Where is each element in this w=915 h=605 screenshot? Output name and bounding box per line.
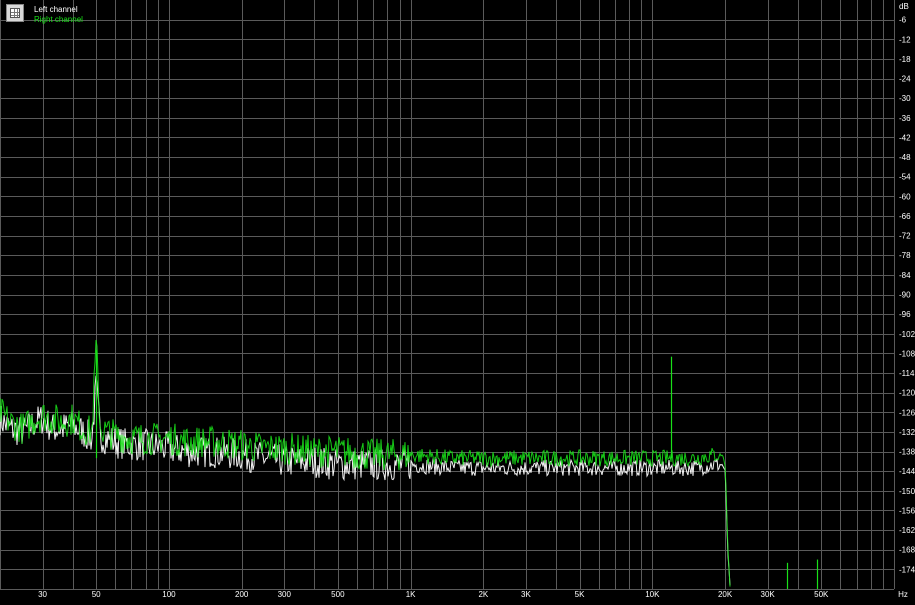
x-tick-label: 30: [38, 590, 47, 599]
y-tick-label: -126: [899, 408, 915, 417]
x-tick-label: 50: [92, 590, 101, 599]
legend-right-channel: Right channel: [34, 15, 83, 24]
y-unit-label: dB: [899, 2, 909, 11]
y-tick-label: -84: [899, 271, 911, 280]
x-tick-label: 100: [162, 590, 176, 599]
x-tick-label: 200: [235, 590, 249, 599]
x-tick-label: 20K: [718, 590, 733, 599]
x-tick-label: 2K: [478, 590, 488, 599]
y-tick-label: -12: [899, 35, 911, 44]
y-tick-label: -162: [899, 526, 915, 535]
y-tick-label: -156: [899, 506, 915, 515]
y-tick-label: -168: [899, 546, 915, 555]
x-tick-label: 3K: [521, 590, 531, 599]
legend-left-channel: Left channel: [34, 5, 78, 14]
x-tick-label: 50K: [814, 590, 829, 599]
x-tick-label: 5K: [575, 590, 585, 599]
y-tick-label: -90: [899, 291, 911, 300]
y-tick-label: -66: [899, 212, 911, 221]
y-tick-label: -72: [899, 232, 911, 241]
y-tick-label: -18: [899, 55, 911, 64]
y-tick-label: -120: [899, 389, 915, 398]
y-tick-label: -96: [899, 310, 911, 319]
x-tick-label: 1K: [406, 590, 416, 599]
spectrum-chart: 30 50 100 200 300 500 1K 2K 3K 5K 10K 20K 30K 50K Hz dB…: [0, 0, 915, 600]
x-tick-label: 30K: [761, 590, 776, 599]
y-tick-label: -24: [899, 75, 911, 84]
y-tick-label: -174: [899, 565, 915, 574]
y-tick-label: -60: [899, 192, 911, 201]
y-tick-label: -48: [899, 153, 911, 162]
x-tick-label: 500: [331, 590, 345, 599]
x-unit-label: Hz: [898, 590, 908, 599]
y-tick-label: -78: [899, 251, 911, 260]
y-tick-label: -30: [899, 94, 911, 103]
y-tick-label: -54: [899, 173, 911, 182]
y-tick-label: -114: [899, 369, 915, 378]
y-tick-label: -144: [899, 467, 915, 476]
y-tick-label: -42: [899, 133, 911, 142]
y-tick-label: -150: [899, 487, 915, 496]
x-tick-label: 10K: [645, 590, 660, 599]
y-tick-label: -138: [899, 448, 915, 457]
y-tick-label: -108: [899, 349, 915, 358]
spectrum-plot: 30 50 100 200 300 500 1K 2K 3K 5K 10K 20K 30K 50K Hz dB…: [0, 0, 915, 600]
x-tick-label: 300: [278, 590, 292, 599]
y-tick-label: -6: [899, 16, 907, 25]
legend-grid-icon[interactable]: [6, 4, 24, 22]
y-tick-label: -36: [899, 114, 911, 123]
y-tick-label: -132: [899, 428, 915, 437]
y-tick-label: -102: [899, 330, 915, 339]
